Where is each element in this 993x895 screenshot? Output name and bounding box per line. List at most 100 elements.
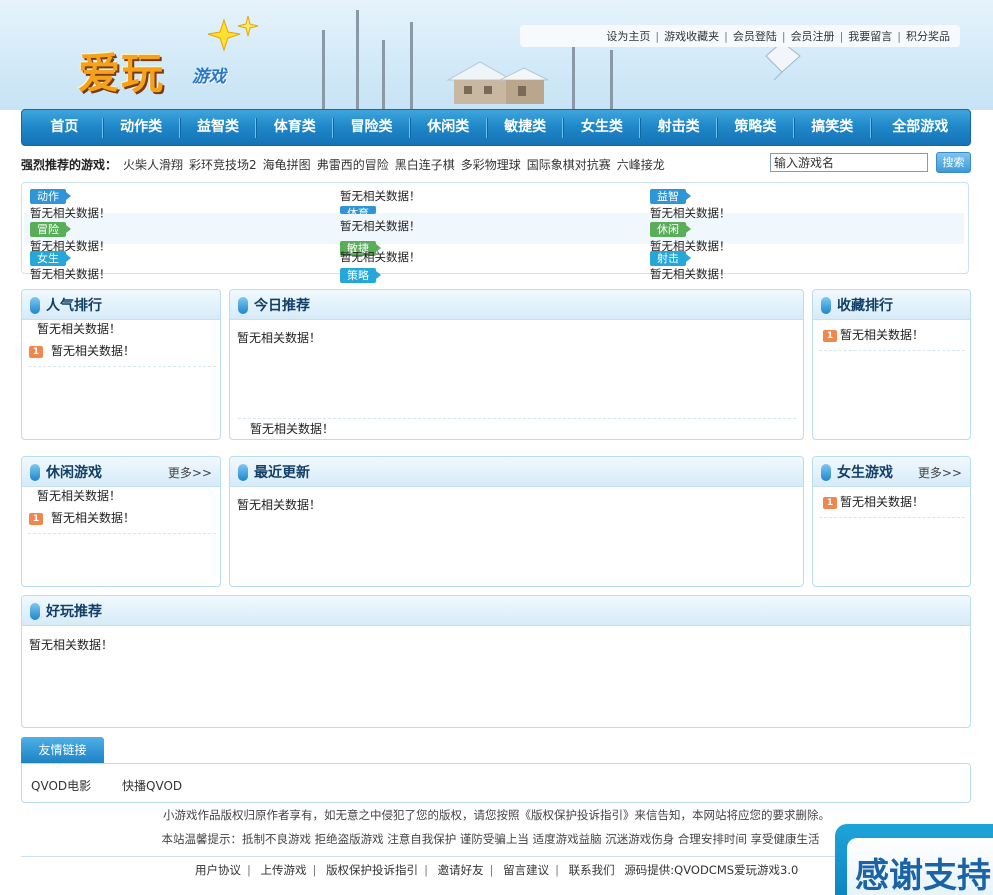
powered-by-text: 源码提供:QVODCMS爱玩游戏3.0 <box>624 863 799 877</box>
recommended-game-link[interactable]: 六峰接龙 <box>617 156 665 173</box>
friend-links-box: QVOD电影 快播QVOD <box>21 763 971 803</box>
upload-game-link[interactable]: 上传游戏 <box>261 863 307 877</box>
nav-item-puzzle[interactable]: 益智类 <box>180 109 257 146</box>
panel-bullet-icon <box>821 464 831 481</box>
search-input[interactable] <box>770 153 928 172</box>
friend-link[interactable]: 快播QVOD <box>122 777 182 794</box>
fun-recommend-panel: 好玩推荐 暂无相关数据！ <box>21 595 971 728</box>
recommended-game-link[interactable]: 彩环竞技场2 <box>189 156 257 173</box>
empty-message: 暂无相关数据！ <box>30 267 111 281</box>
panel-header: 人气排行 <box>22 290 220 320</box>
empty-message: 暂无相关数据！ <box>340 219 421 233</box>
friend-link[interactable]: QVOD电影 <box>31 777 91 794</box>
nav-item-sports[interactable]: 体育类 <box>256 109 333 146</box>
nav-item-strategy[interactable]: 策略类 <box>717 109 794 146</box>
empty-message: 暂无相关数据！ <box>37 489 122 503</box>
member-register-link[interactable]: 会员注册 <box>791 28 835 44</box>
recommended-game-link[interactable]: 火柴人滑翔 <box>123 156 183 173</box>
nav-item-action[interactable]: 动作类 <box>103 109 180 146</box>
nav-item-girls[interactable]: 女生类 <box>563 109 641 146</box>
tree-decoration <box>322 30 325 110</box>
rank-badge: 1 <box>29 513 43 525</box>
invite-friends-link[interactable]: 邀请好友 <box>438 863 484 877</box>
category-cell-girls: 女生 暂无相关数据！ <box>26 249 326 281</box>
divider <box>819 517 965 518</box>
favorites-link[interactable]: 游戏收藏夹 <box>664 28 719 44</box>
nav-item-shooting[interactable]: 射击类 <box>640 109 717 146</box>
rank-badge: 1 <box>823 497 837 509</box>
panel-title: 收藏排行 <box>837 298 893 314</box>
category-tag-adventure[interactable]: 冒险 <box>30 222 71 237</box>
nav-item-casual[interactable]: 休闲类 <box>410 109 487 146</box>
footer-links: 用户协议 | 上传游戏 | 版权保护投诉指引 | 邀请好友 | 留言建议 | 联系我们 源… <box>195 863 799 877</box>
category-tag-shooting[interactable]: 射击 <box>650 251 691 266</box>
set-homepage-link[interactable]: 设为主页 <box>606 28 650 44</box>
nav-item-agility[interactable]: 敏捷类 <box>487 109 564 146</box>
more-link[interactable]: 更多>> <box>168 464 212 481</box>
user-agreement-link[interactable]: 用户协议 <box>195 863 241 877</box>
points-prizes-link[interactable]: 积分奖品 <box>906 28 950 44</box>
nav-item-funny[interactable]: 搞笑类 <box>794 109 871 146</box>
casual-games-panel: 休闲游戏 更多>> 暂无相关数据！ 1 暂无相关数据！ <box>21 456 221 587</box>
site-header: 爱玩 游戏 设为主页 | 游戏收藏夹 | 会员登陆 | 会员注册 | 我要留言 | 积分奖… <box>0 0 993 110</box>
panel-title: 人气排行 <box>46 298 102 314</box>
empty-message: 暂无相关数据！ <box>340 189 421 203</box>
panel-header: 今日推荐 <box>230 290 803 320</box>
more-link[interactable]: 更多>> <box>918 464 962 481</box>
recommended-label: 强烈推荐的游戏： <box>21 157 118 172</box>
popular-ranking-panel: 人气排行 暂无相关数据！ 1 暂无相关数据！ <box>21 289 221 440</box>
recommended-game-link[interactable]: 国际象棋对抗赛 <box>527 156 611 173</box>
banner-inner: 感谢支持 <box>847 838 993 895</box>
main-nav: 首页 动作类 益智类 体育类 冒险类 休闲类 敏捷类 女生类 射击类 策略类 搞… <box>21 109 971 146</box>
category-tag-puzzle[interactable]: 益智 <box>650 189 691 204</box>
feedback-link[interactable]: 留言建议 <box>503 863 549 877</box>
copyright-notice: 小游戏作品版权归原作者享有，如无意之中侵犯了您的版权，请您按照《版权保护投诉指引… <box>163 808 830 822</box>
banner-text: 感谢支持 <box>855 856 991 895</box>
category-tag-action[interactable]: 动作 <box>30 189 71 204</box>
house-illustration <box>446 61 549 104</box>
latest-updates-panel: 最近更新 暂无相关数据！ <box>229 456 804 587</box>
leave-message-link[interactable]: 我要留言 <box>848 28 892 44</box>
contact-us-link[interactable]: 联系我们 <box>569 863 615 877</box>
tree-decoration <box>356 10 359 110</box>
panel-title: 好玩推荐 <box>46 604 102 620</box>
empty-message: 暂无相关数据！ <box>237 331 322 345</box>
girls-games-panel: 女生游戏 更多>> 1 暂无相关数据！ <box>812 456 971 587</box>
rank-badge: 1 <box>29 346 43 358</box>
tree-decoration <box>410 22 413 110</box>
category-tag-sports[interactable]: 体育 <box>340 206 376 214</box>
nav-item-adventure[interactable]: 冒险类 <box>333 109 410 146</box>
recommended-game-link[interactable]: 海龟拼图 <box>263 156 311 173</box>
recommended-game-link[interactable]: 弗雷西的冒险 <box>317 156 389 173</box>
category-cell-shooting: 射击 暂无相关数据！ <box>646 249 946 281</box>
divider <box>28 366 216 367</box>
empty-message: 暂无相关数据！ <box>250 422 335 436</box>
search-button[interactable]: 搜索 <box>936 152 971 173</box>
category-tag-strategy[interactable]: 策略 <box>340 268 381 283</box>
recommended-game-link[interactable]: 多彩物理球 <box>461 156 521 173</box>
panel-header: 休闲游戏 更多>> <box>22 457 220 487</box>
friend-links-tab[interactable]: 友情链接 <box>21 737 104 763</box>
category-cell-casual: 休闲 暂无相关数据！ <box>646 220 946 253</box>
category-tag-casual[interactable]: 休闲 <box>650 222 691 237</box>
nav-item-home[interactable]: 首页 <box>26 109 103 146</box>
category-cell-sports: 暂无相关数据！ 体育 <box>336 183 636 214</box>
divider <box>819 350 965 351</box>
member-login-link[interactable]: 会员登陆 <box>733 28 777 44</box>
site-logo[interactable]: 爱玩 游戏 <box>78 16 259 98</box>
empty-message: 暂无相关数据！ <box>650 206 731 220</box>
nav-item-all-games[interactable]: 全部游戏 <box>871 109 970 146</box>
copyright-guide-link[interactable]: 版权保护投诉指引 <box>326 863 418 877</box>
panel-header: 收藏排行 <box>813 290 970 320</box>
divider <box>238 418 796 419</box>
empty-message: 暂无相关数据！ <box>37 322 122 336</box>
empty-message: 暂无相关数据！ <box>840 328 925 342</box>
panel-title: 最近更新 <box>254 465 310 481</box>
empty-message: 暂无相关数据！ <box>650 267 731 281</box>
category-tag-girls[interactable]: 女生 <box>30 251 71 266</box>
recommended-game-link[interactable]: 黑白连子棋 <box>395 156 455 173</box>
thanks-banner[interactable]: 感谢支持 <box>835 824 993 895</box>
category-grid: 动作 暂无相关数据！ 暂无相关数据！ 体育 益智 暂无相关数据！ 冒险 暂无相关… <box>21 182 969 283</box>
category-cell-action: 动作 暂无相关数据！ <box>26 185 326 220</box>
star-icon <box>207 16 259 52</box>
